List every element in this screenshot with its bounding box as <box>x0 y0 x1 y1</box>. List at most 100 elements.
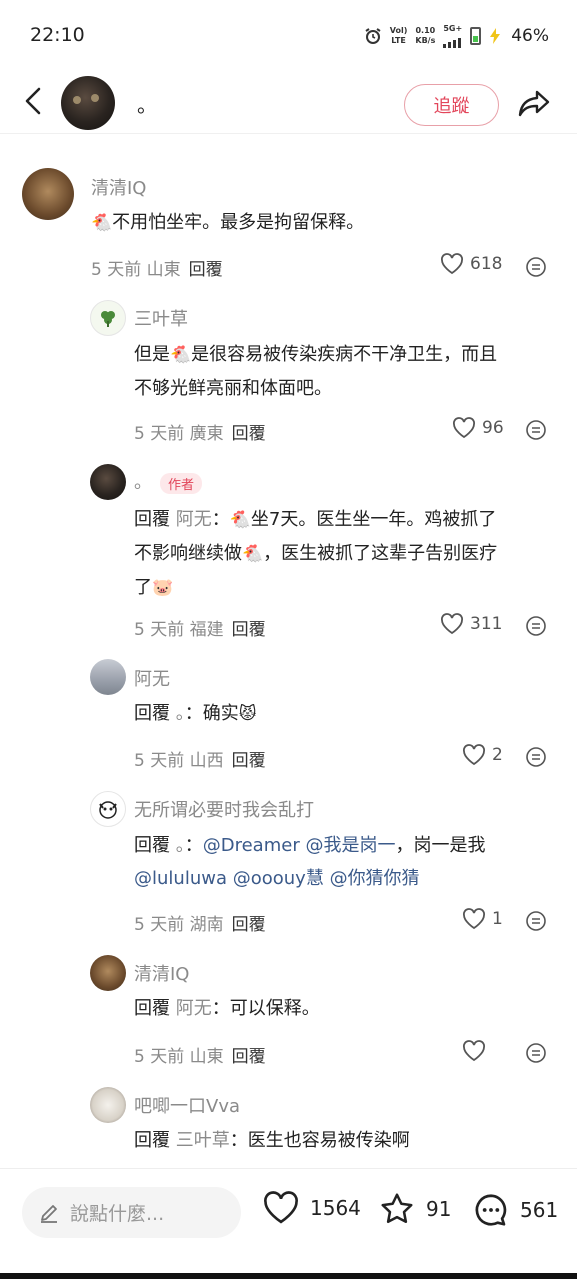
like-button[interactable]: 1 <box>462 908 503 930</box>
like-button[interactable]: 618 <box>440 253 502 275</box>
cartoon-dog-icon <box>99 801 117 819</box>
like-button[interactable]: 311 <box>440 613 502 635</box>
post-comment-button[interactable]: 561 <box>472 1191 558 1229</box>
comment-text: 🐔不用怕坐牢。最多是拘留保释。 <box>91 206 364 240</box>
post-collect-button[interactable]: 91 <box>378 1191 451 1227</box>
crying-pig-emoji-icon: 🐷 <box>152 578 174 598</box>
heart-icon <box>264 1191 298 1224</box>
like-count: 2 <box>492 745 503 765</box>
like-button[interactable]: 96 <box>452 417 504 439</box>
commenter-name[interactable]: 清清IQ <box>91 174 146 200</box>
comment-meta: 5 天前 山西 回覆 <box>134 751 266 771</box>
author-badge: 作者 <box>160 472 203 494</box>
comment-input[interactable]: 說點什麼... <box>22 1187 241 1238</box>
comment-input-placeholder: 說點什麼... <box>70 1203 165 1225</box>
commenter-name[interactable]: 吧唧一口Vva <box>134 1092 240 1118</box>
commenter-name[interactable]: 。作者 <box>134 468 203 494</box>
chicken-emoji-icon: 🐔 <box>242 544 264 564</box>
heart-icon <box>463 908 485 930</box>
comment-meta: 5 天前 廣東 回覆 <box>134 424 266 444</box>
author-name[interactable]: 。 <box>137 89 157 118</box>
author-avatar[interactable] <box>61 76 115 130</box>
signal-icon <box>443 34 462 48</box>
commenter-name[interactable]: 阿无 <box>134 665 170 691</box>
clover-icon <box>101 311 115 327</box>
commenter-avatar[interactable] <box>90 659 126 695</box>
commenter-avatar[interactable] <box>22 168 74 220</box>
comment-text: 但是🐔是很容易被传染疾病不干净卫生，而且 不够光鲜亮丽和体面吧。 <box>134 338 497 405</box>
angry-cat-emoji-icon: 😾 <box>238 704 257 724</box>
reply-button[interactable]: 回覆 <box>232 424 266 444</box>
charging-icon <box>490 28 501 44</box>
commenter-name[interactable]: 清清IQ <box>134 960 189 986</box>
battery-percentage: 46% <box>511 26 549 46</box>
bottom-action-bar: 說點什麼... 1564 91 561 <box>0 1168 577 1279</box>
back-button[interactable] <box>18 84 48 118</box>
network-indicator: 5G+ <box>443 24 462 48</box>
comment-meta: 5 天前 福建 回覆 <box>134 620 266 640</box>
like-count: 311 <box>470 614 503 634</box>
more-icon[interactable] <box>525 1042 547 1064</box>
commenter-avatar[interactable] <box>90 1087 126 1123</box>
speed-indicator: 0.10 KB/s <box>415 26 436 45</box>
share-button[interactable] <box>516 86 552 122</box>
star-icon <box>381 1193 413 1224</box>
reply-button[interactable]: 回覆 <box>189 260 223 280</box>
comment-meta: 5 天前 山東 回覆 <box>91 260 223 280</box>
follow-button[interactable]: 追蹤 <box>404 84 499 126</box>
reply-button[interactable]: 回覆 <box>232 1047 266 1067</box>
comment-text: 回覆 。：@Dreamer @我是岗一，岗一是我 @lululuwa @ooou… <box>134 835 486 889</box>
like-count: 1 <box>492 909 503 929</box>
commenter-name[interactable]: 三叶草 <box>134 305 188 331</box>
post-like-count: 1564 <box>310 1196 361 1220</box>
reply-button[interactable]: 回覆 <box>232 751 266 771</box>
heart-icon <box>441 613 463 635</box>
commenter-avatar[interactable] <box>90 955 126 991</box>
reply-button[interactable]: 回覆 <box>232 915 266 935</box>
comment-text: 回覆 。：确实😾 <box>134 697 256 731</box>
comment-bubble-icon <box>475 1194 507 1226</box>
status-time: 22:10 <box>30 24 85 46</box>
chicken-emoji-icon: 🐔 <box>91 213 113 233</box>
status-bar: 22:10 Vol) LTE 0.10 KB/s 5G+ 46% <box>0 0 577 70</box>
chicken-emoji-icon: 🐔 <box>229 510 251 530</box>
heart-icon <box>441 253 463 275</box>
top-bar: 。 追蹤 <box>0 70 577 134</box>
mention-link[interactable]: @你猜你猜 <box>330 868 420 889</box>
more-icon[interactable] <box>525 419 547 441</box>
like-count: 96 <box>482 418 504 438</box>
back-arrow-icon <box>25 87 41 115</box>
post-comment-count: 561 <box>520 1198 559 1222</box>
mention-link[interactable]: @我是岗一 <box>305 835 395 856</box>
mention-link[interactable]: @Dreamer <box>203 835 300 856</box>
more-icon[interactable] <box>525 256 547 278</box>
like-count: 618 <box>470 254 503 274</box>
more-icon[interactable] <box>525 615 547 637</box>
pencil-icon <box>41 1204 57 1223</box>
heart-icon <box>463 1040 485 1062</box>
nav-gesture-bar <box>0 1273 577 1279</box>
share-icon <box>518 90 550 117</box>
like-button[interactable] <box>462 1040 492 1062</box>
like-button[interactable]: 2 <box>462 744 503 766</box>
volte-indicator: Vol) LTE <box>389 26 408 45</box>
heart-icon <box>463 744 485 766</box>
post-like-button[interactable]: 1564 <box>262 1191 361 1225</box>
comment-meta: 5 天前 山東 回覆 <box>134 1047 266 1067</box>
mention-link[interactable]: @lululuwa <box>134 868 227 889</box>
commenter-avatar[interactable] <box>90 791 126 827</box>
commenter-avatar[interactable] <box>90 464 126 500</box>
comment-text: 回覆 三叶草：医生也容易被传染啊 <box>134 1130 410 1151</box>
reply-button[interactable]: 回覆 <box>232 620 266 640</box>
commenter-name[interactable]: 无所谓必要时我会乱打 <box>134 796 314 822</box>
post-collect-count: 91 <box>426 1197 452 1221</box>
chicken-emoji-icon: 🐔 <box>170 345 192 365</box>
commenter-avatar[interactable] <box>90 300 126 336</box>
more-icon[interactable] <box>525 910 547 932</box>
status-icons: Vol) LTE 0.10 KB/s 5G+ 46% <box>364 24 549 48</box>
comment-text: 回覆 阿无：🐔坐7天。医生坐一年。鸡被抓了 不影响继续做🐔，医生被抓了这辈子告别… <box>134 503 497 605</box>
battery-icon <box>470 27 482 45</box>
comment-text: 回覆 阿无：可以保释。 <box>134 998 320 1019</box>
more-icon[interactable] <box>525 746 547 768</box>
mention-link[interactable]: @ooouy慧 <box>233 868 324 889</box>
